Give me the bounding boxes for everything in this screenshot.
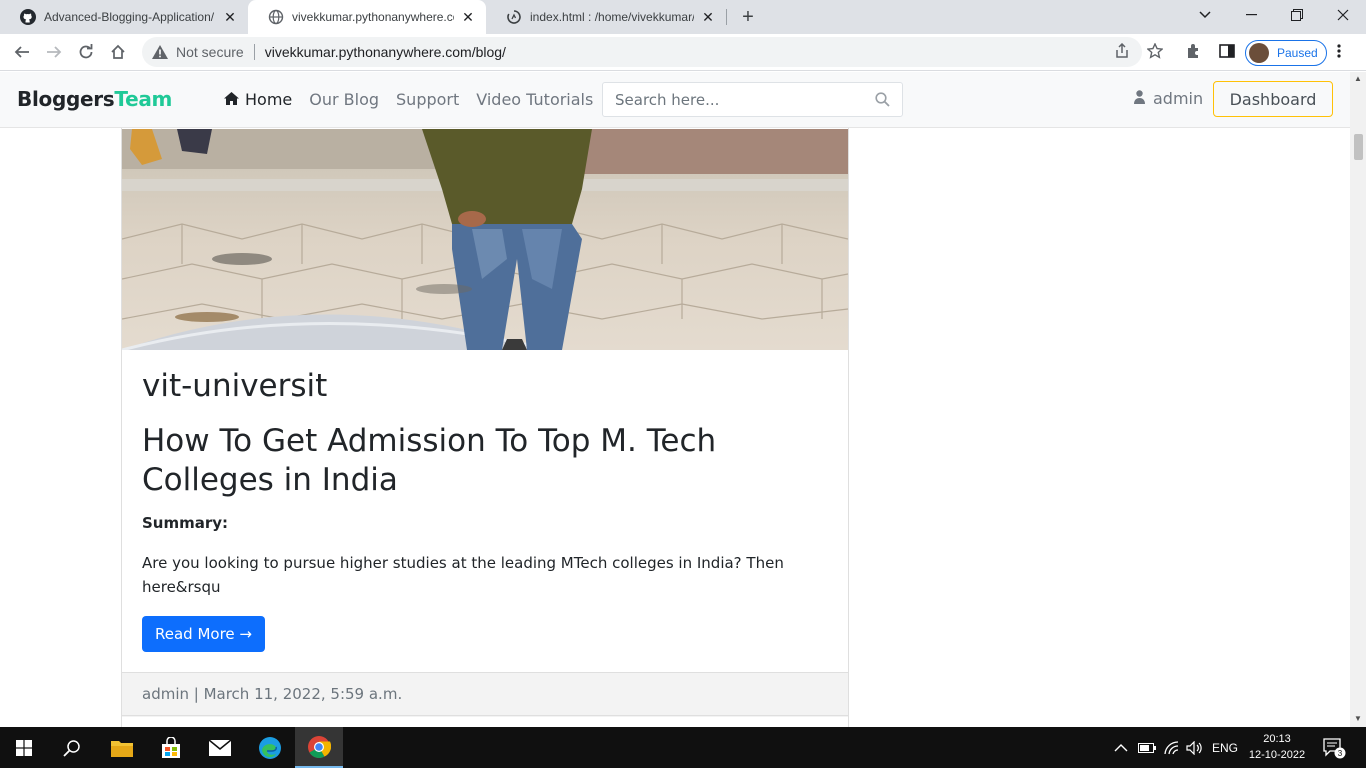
dashboard-button[interactable]: Dashboard [1213,81,1333,117]
share-icon[interactable] [1114,42,1130,63]
new-tab-button[interactable]: + [736,5,760,29]
menu-kebab-icon[interactable] [1337,43,1341,63]
page-viewport: vit-universit How To Get Admission To To… [0,72,1350,727]
bookmark-star-icon[interactable] [1146,42,1164,63]
post-category[interactable]: vit-universit [142,368,832,404]
scroll-thumb[interactable] [1354,134,1363,160]
url-text[interactable]: vivekkumar.pythonanywhere.com/blog/ [265,44,506,60]
brand-logo[interactable]: BloggersTeam [17,87,172,111]
show-hidden-icons-chevron-icon[interactable] [1114,727,1128,768]
start-button[interactable] [0,727,48,768]
system-clock[interactable]: 20:13 12-10-2022 [1240,731,1314,763]
close-tab-icon[interactable]: ✕ [460,9,476,25]
post-title[interactable]: How To Get Admission To Top M. Tech Coll… [142,422,832,500]
main-nav: Home Our Blog Support Video Tutorials [224,90,610,109]
home-icon [224,90,239,109]
scroll-up-arrow-icon[interactable]: ▲ [1354,74,1362,83]
reload-button[interactable] [72,38,100,66]
user-menu[interactable]: admin [1134,89,1203,108]
forward-button[interactable] [40,38,68,66]
search-box [602,82,903,117]
site-navbar: BloggersTeam Home Our Blog Support Video… [0,72,1350,128]
clock-date: 12-10-2022 [1248,749,1306,761]
nav-home-label: Home [245,90,293,109]
home-button[interactable] [104,38,132,66]
nav-video-tutorials[interactable]: Video Tutorials [476,90,593,109]
restore-button[interactable] [1274,0,1320,30]
username: admin [1153,89,1204,108]
close-window-button[interactable] [1320,0,1366,30]
close-tab-icon[interactable]: ✕ [222,9,238,25]
tab-title: Advanced-Blogging-Application/ [44,10,215,24]
tab-blog[interactable]: vivekkumar.pythonanywhere.com ✕ [248,0,486,34]
brand-name: Bloggers [17,87,115,111]
browser-toolbar: Not secure vivekkumar.pythonanywhere.com… [0,34,1366,71]
security-label[interactable]: Not secure [176,44,244,60]
mail-icon[interactable] [196,727,244,768]
windows-taskbar: ENG 20:13 12-10-2022 3 [0,727,1366,768]
profile-button[interactable]: Paused [1245,40,1327,66]
nav-our-blog[interactable]: Our Blog [309,90,379,109]
side-panel-icon[interactable] [1219,43,1235,63]
github-icon [20,9,36,25]
avatar [1249,43,1269,63]
next-post-card [121,715,849,727]
chrome-browser-icon[interactable] [295,727,343,768]
post-footer: admin | March 11, 2022, 5:59 a.m. [122,672,848,717]
read-more-button[interactable]: Read More → [142,616,265,652]
edge-browser-icon[interactable] [246,727,294,768]
post-excerpt: Are you looking to pursue higher studies… [142,554,784,596]
extensions-icon[interactable] [1186,43,1202,63]
notification-count: 3 [1338,749,1343,758]
language-indicator[interactable]: ENG [1212,727,1238,768]
browser-tab-strip: Advanced-Blogging-Application/ ✕ vivekku… [0,0,1366,34]
microsoft-store-icon[interactable] [147,727,195,768]
tab-title: index.html : /home/vivekkumar/B [530,10,694,24]
close-tab-icon[interactable]: ✕ [700,9,716,25]
search-icon[interactable] [48,727,96,768]
loading-icon [506,9,522,25]
search-input[interactable] [603,90,863,109]
volume-icon[interactable] [1186,727,1204,768]
tab-github[interactable]: Advanced-Blogging-Application/ ✕ [0,0,248,34]
clock-time: 20:13 [1263,733,1291,745]
address-divider [253,44,255,60]
post-card: vit-universit How To Get Admission To To… [121,72,849,727]
minimize-button[interactable] [1228,0,1274,30]
tab-title: vivekkumar.pythonanywhere.com [292,10,454,24]
page-scrollbar[interactable]: ▲ ▼ [1350,72,1366,727]
profile-status: Paused [1277,46,1318,60]
file-explorer-icon[interactable] [98,727,146,768]
address-bar[interactable]: Not secure vivekkumar.pythonanywhere.com… [142,37,1142,67]
user-icon [1134,89,1145,108]
back-button[interactable] [8,38,36,66]
search-icon[interactable] [875,92,890,112]
tab-divider [726,9,727,25]
nav-support[interactable]: Support [396,90,459,109]
nav-home[interactable]: Home [224,90,292,109]
warning-icon[interactable] [152,44,168,60]
brand-accent: Team [114,87,173,111]
tab-editor[interactable]: index.html : /home/vivekkumar/B ✕ [486,0,726,34]
post-image[interactable] [122,129,848,350]
wifi-icon[interactable] [1163,727,1181,768]
scroll-down-arrow-icon[interactable]: ▼ [1354,714,1362,723]
notification-center-icon[interactable]: 3 [1322,727,1346,768]
tab-search-chevron-icon[interactable] [1182,0,1228,30]
battery-icon[interactable] [1138,727,1156,768]
post-body: vit-universit How To Get Admission To To… [142,368,832,652]
globe-icon [268,9,284,25]
summary-label: Summary: [142,514,229,532]
